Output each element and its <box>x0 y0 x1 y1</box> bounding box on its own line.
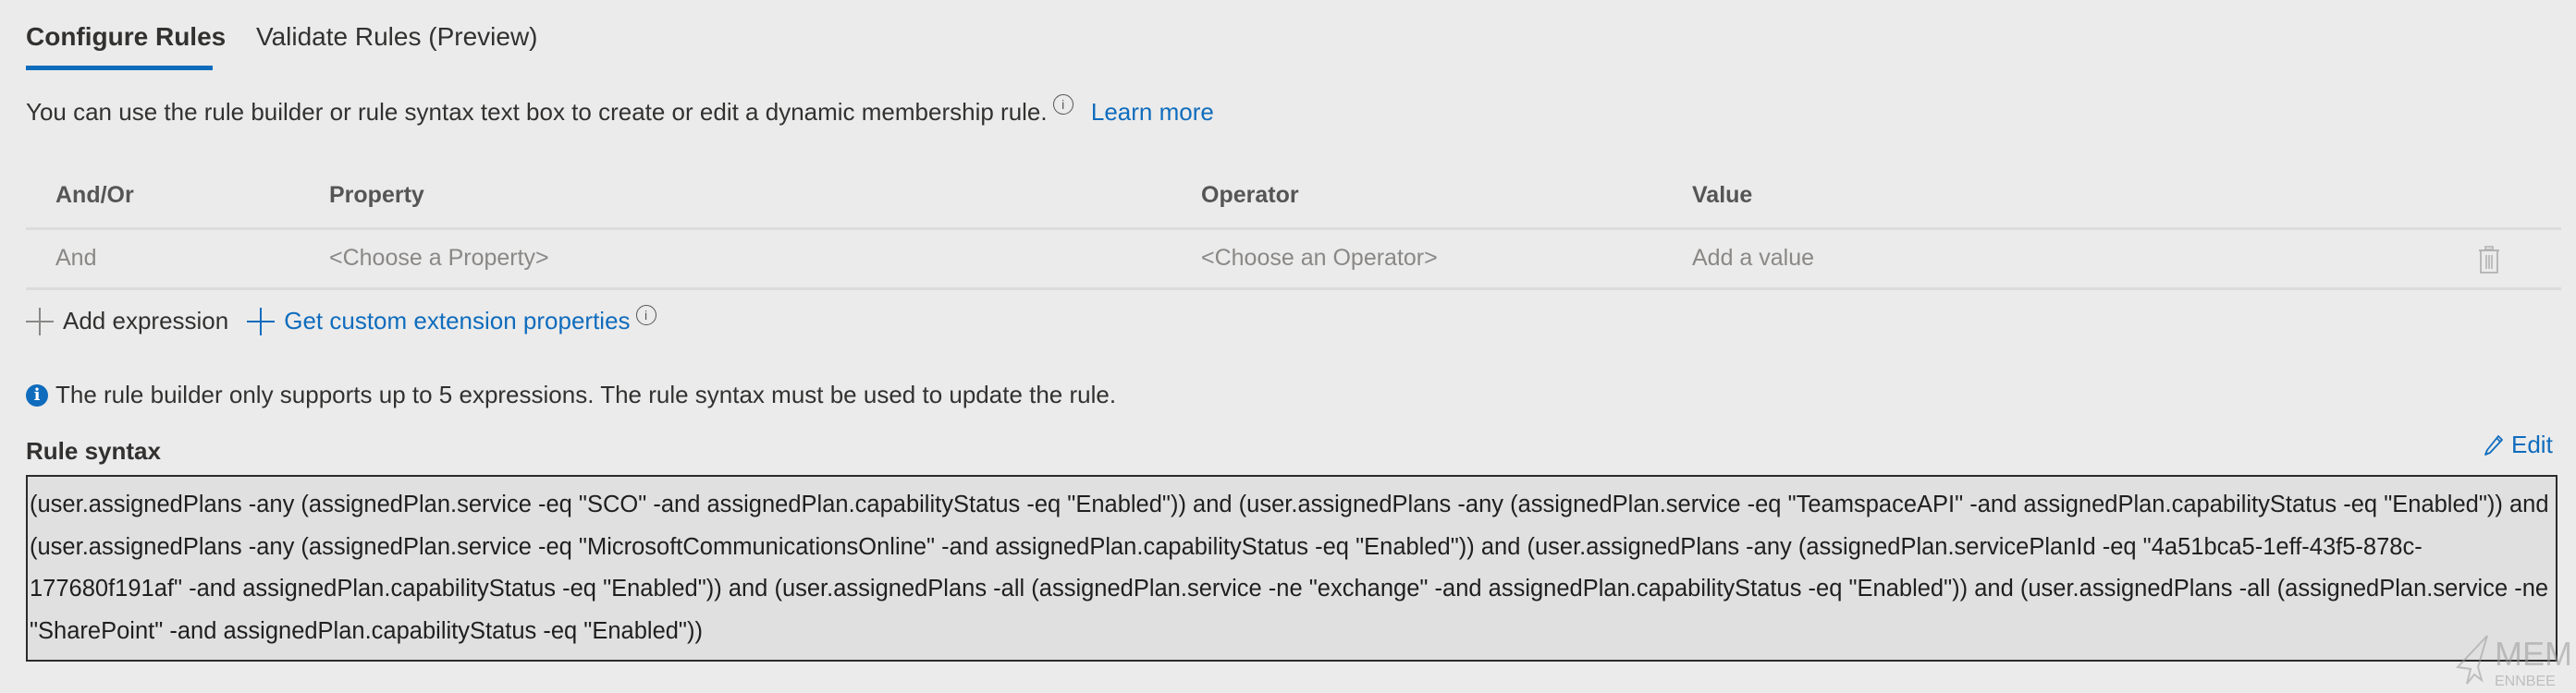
watermark-text-main: MEM <box>2495 635 2570 673</box>
column-header-operator: Operator <box>1201 182 1299 208</box>
active-tab-indicator <box>26 66 213 70</box>
watermark-logo: MEM ENNBEE <box>2455 635 2570 689</box>
property-dropdown[interactable]: <Choose a Property> <box>329 245 549 272</box>
tab-configure-rules[interactable]: Configure Rules <box>26 22 226 52</box>
plus-icon <box>247 307 276 335</box>
watermark-text-sub: ENNBEE <box>2495 674 2556 689</box>
column-header-and-or: And/Or <box>55 182 134 208</box>
add-expression-button[interactable]: Add expression <box>26 307 228 335</box>
info-message-text: The rule builder only supports up to 5 e… <box>55 381 1117 408</box>
info-message: i The rule builder only supports up to 5… <box>26 381 1116 409</box>
info-circle-icon[interactable]: i <box>1052 94 1073 115</box>
get-custom-extension-button[interactable]: Get custom extension properties i <box>247 304 656 335</box>
tab-validate-rules[interactable]: Validate Rules (Preview) <box>256 22 538 52</box>
column-header-value: Value <box>1692 182 1753 208</box>
expression-actions: Add expression Get custom extension prop… <box>26 304 656 335</box>
description-text: You can use the rule builder or rule syn… <box>26 98 1048 126</box>
learn-more-link[interactable]: Learn more <box>1091 98 1214 126</box>
table-row-divider <box>26 287 2561 290</box>
add-expression-label: Add expression <box>63 307 229 334</box>
info-icon: i <box>26 383 48 407</box>
table-header-divider <box>26 227 2561 230</box>
trash-icon[interactable] <box>2478 246 2500 274</box>
info-circle-icon[interactable]: i <box>635 304 656 325</box>
edit-label: Edit <box>2511 431 2553 458</box>
description: You can use the rule builder or rule syn… <box>26 94 1214 127</box>
rule-syntax-label: Rule syntax <box>26 437 161 465</box>
plus-icon <box>26 307 54 335</box>
get-custom-extension-label: Get custom extension properties <box>284 307 631 334</box>
rule-syntax-textbox[interactable]: (user.assignedPlans -any (assignedPlan.s… <box>26 475 2558 662</box>
and-or-dropdown[interactable]: And <box>55 245 96 272</box>
column-header-property: Property <box>329 182 424 208</box>
pencil-icon <box>2484 434 2503 456</box>
edit-button[interactable]: Edit <box>2484 431 2553 459</box>
value-input[interactable]: Add a value <box>1692 245 1814 272</box>
operator-dropdown[interactable]: <Choose an Operator> <box>1201 245 1438 272</box>
